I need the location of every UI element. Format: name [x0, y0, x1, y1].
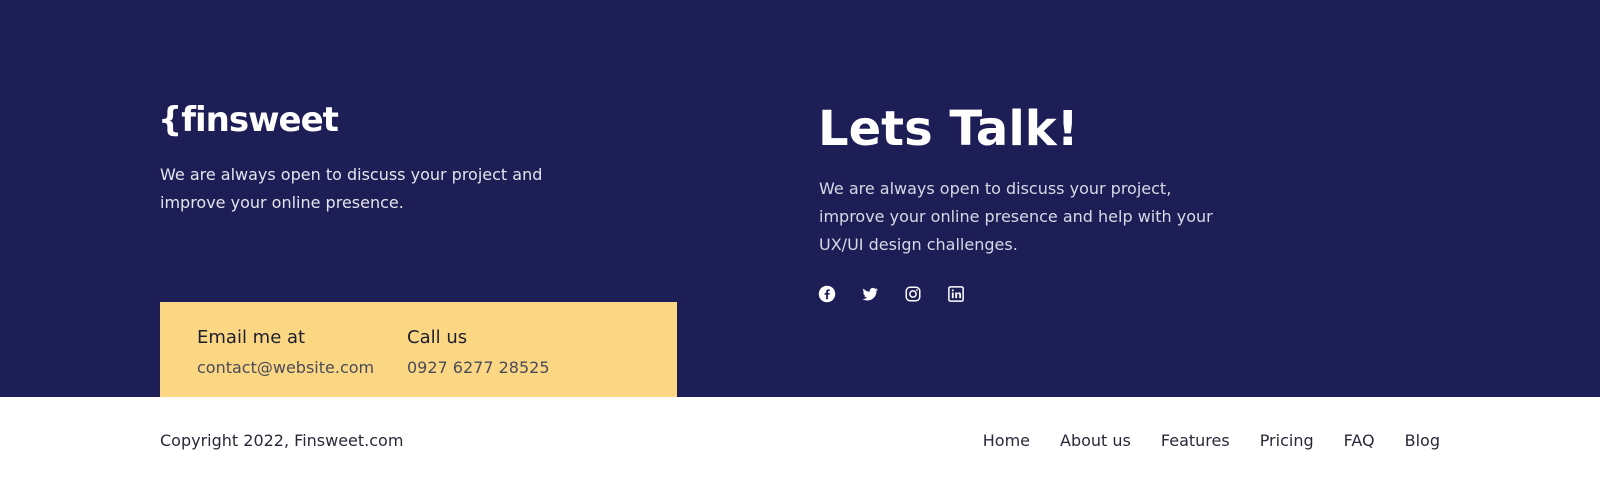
phone-label: Call us: [407, 327, 468, 348]
about-text: We are always open to discuss your proje…: [160, 165, 543, 212]
email-label: Email me at: [197, 327, 306, 348]
footer-bottom-bar: Copyright 2022, Finsweet.com Home About …: [0, 397, 1600, 489]
footer-nav: Home About us Features Pricing FAQ Blog: [983, 430, 1440, 452]
linkedin-icon[interactable]: [947, 285, 965, 303]
contact-box: Email me at contact@website.com Call us …: [160, 302, 677, 397]
nav-link-home[interactable]: Home: [983, 430, 1030, 452]
copyright-text: Copyright 2022, Finsweet.com: [160, 431, 404, 450]
phone-link[interactable]: 0927 6277 28525: [407, 356, 550, 380]
nav-link-blog[interactable]: Blog: [1405, 430, 1440, 452]
nav-link-pricing[interactable]: Pricing: [1260, 430, 1314, 452]
phone-contact: Call us 0927 6277 28525: [407, 324, 550, 380]
footer-top-section: {finsweet We are always open to discuss …: [0, 0, 1600, 397]
email-link[interactable]: contact@website.com: [197, 356, 374, 380]
finsweet-logo[interactable]: {finsweet: [158, 96, 339, 144]
facebook-icon[interactable]: [818, 285, 836, 303]
nav-link-about-us[interactable]: About us: [1060, 430, 1131, 452]
social-links: [818, 285, 965, 303]
nav-link-faq[interactable]: FAQ: [1344, 430, 1375, 452]
lets-talk-title: Lets Talk!: [818, 101, 1079, 157]
twitter-icon[interactable]: [861, 285, 879, 303]
lets-talk-text: We are always open to discuss your proje…: [819, 179, 1213, 254]
nav-link-features[interactable]: Features: [1161, 430, 1230, 452]
email-contact: Email me at contact@website.com: [197, 324, 374, 380]
instagram-icon[interactable]: [904, 285, 922, 303]
